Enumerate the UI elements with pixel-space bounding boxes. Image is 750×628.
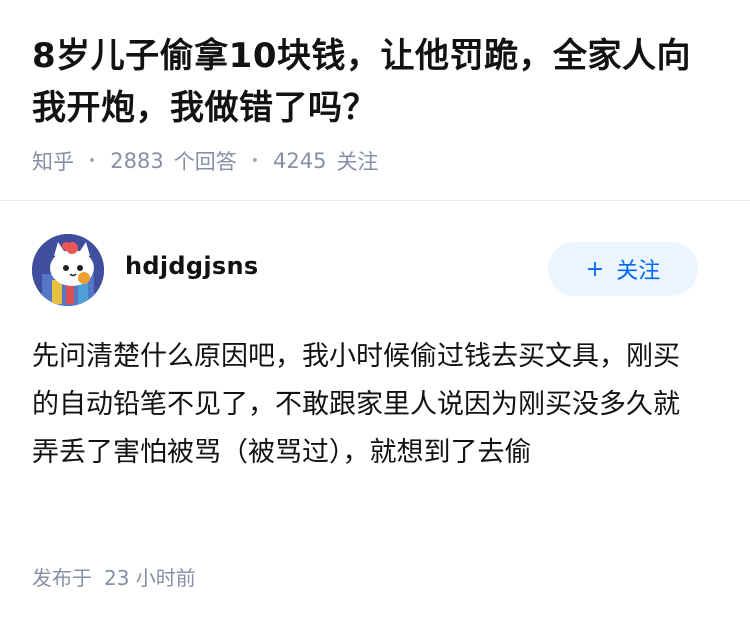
publish-info: 发布于 23 小时前 <box>32 562 196 591</box>
publish-time: 23 小时前 <box>104 566 196 590</box>
follow-button[interactable]: + 关注 <box>548 242 698 296</box>
avatar[interactable] <box>32 234 104 306</box>
follower-count: 4245 <box>272 149 327 173</box>
answer-count-label: 个回答 <box>173 150 237 174</box>
source-label[interactable]: 知乎 <box>32 146 74 176</box>
publish-label: 发布于 <box>32 566 92 590</box>
plus-icon: + <box>585 256 605 282</box>
follower-count-label: 关注 <box>336 150 379 174</box>
separator-dot: • <box>88 153 97 169</box>
follow-button-label: 关注 <box>616 259 661 284</box>
answer-content[interactable]: 先问清楚什么原因吧，我小时候偷过钱去买文具，刚买的自动铅笔不见了，不敢跟家里人说… <box>32 333 702 477</box>
answer-count: 2883 <box>110 149 164 173</box>
cartoon-cat-avatar-icon <box>32 234 104 306</box>
question-title[interactable]: 8岁儿子偷拿10块钱，让他罚跪，全家人向我开炮，我做错了吗？ <box>32 30 722 134</box>
question-meta: 知乎 • 2883 个回答 • 4245 关注 <box>32 146 378 176</box>
section-divider <box>0 200 750 201</box>
question-header: 8岁儿子偷拿10块钱，让他罚跪，全家人向我开炮，我做错了吗？ <box>32 30 722 134</box>
author-name[interactable]: hdjdgjsns <box>125 252 258 280</box>
separator-dot: • <box>250 153 259 169</box>
author-row: hdjdgjsns + 关注 <box>32 234 698 306</box>
